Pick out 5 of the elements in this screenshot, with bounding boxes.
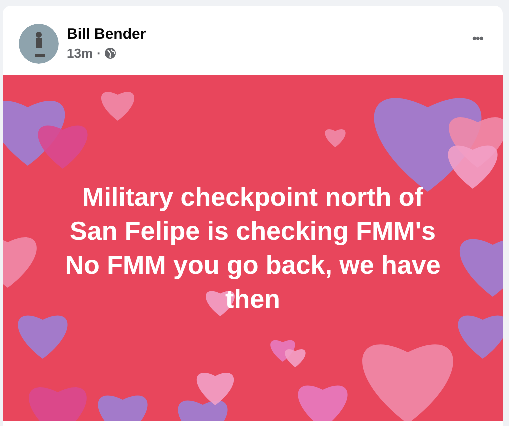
author-name[interactable]: Bill Bender: [67, 26, 458, 43]
separator: ·: [97, 46, 102, 61]
post-text: Military checkpoint north of San Felipe is checking FMM's No FMM you go back, we have then: [64, 181, 442, 316]
post-time[interactable]: 13m: [67, 46, 94, 61]
more-options-button[interactable]: •••: [466, 27, 489, 50]
